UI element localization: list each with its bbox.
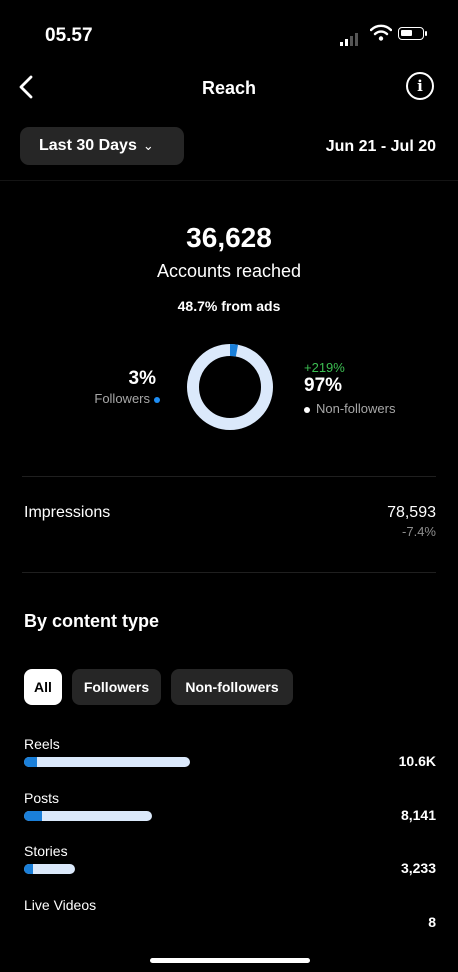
- followers-legend: Followers: [94, 391, 160, 406]
- battery-icon: [398, 27, 427, 40]
- home-indicator[interactable]: [150, 958, 310, 963]
- date-range-dropdown[interactable]: Last 30 Days ⌄: [20, 127, 184, 165]
- content-bar-posts: [24, 811, 152, 821]
- accounts-reached-label: Accounts reached: [156, 261, 302, 281]
- content-row-value-reels: 10.6K: [398, 753, 436, 769]
- content-bar-followers-fill: [24, 757, 37, 767]
- page-title: Reach: [201, 78, 257, 98]
- status-time: 05.57: [45, 25, 93, 46]
- followers-percent: 3%: [128, 368, 156, 389]
- content-row-value-stories: 3,233: [400, 860, 436, 876]
- impressions-label: Impressions: [24, 504, 111, 521]
- non-followers-percent: 97%: [304, 375, 343, 396]
- ads-note: 48.7% from ads: [177, 298, 281, 314]
- content-row-label-live-videos: Live Videos: [24, 897, 97, 913]
- followers-legend-label: Followers: [94, 391, 150, 406]
- wifi-icon: [369, 24, 393, 46]
- donut-non-followers-ring: [187, 344, 273, 430]
- content-row-label-reels: Reels: [24, 736, 60, 752]
- impressions-value: 78,593: [387, 504, 436, 521]
- content-row-label-stories: Stories: [24, 843, 68, 859]
- non-followers-dot-icon: [304, 406, 310, 413]
- status-bar: 05.57: [0, 0, 458, 60]
- chip-followers[interactable]: Followers: [72, 669, 161, 705]
- non-followers-legend: Non-followers: [304, 401, 395, 416]
- date-range-text: Jun 21 - Jul 20: [325, 138, 436, 155]
- non-followers-legend-label: Non-followers: [316, 401, 396, 416]
- content-row-label-posts: Posts: [24, 790, 60, 806]
- content-row-value-live-videos: 8: [428, 914, 436, 930]
- nav-bar: Reach i: [0, 60, 458, 114]
- cellular-signal-icon: [340, 28, 360, 46]
- reach-donut-chart: [187, 344, 273, 430]
- divider: [0, 180, 458, 181]
- content-row-value-posts: 8,141: [400, 807, 436, 823]
- chip-non-followers[interactable]: Non-followers: [171, 669, 293, 705]
- chevron-down-icon: ⌄: [142, 138, 154, 153]
- divider: [22, 572, 436, 573]
- content-bar-stories: [24, 864, 75, 874]
- chip-all[interactable]: All: [24, 669, 62, 705]
- followers-dot-icon: [154, 396, 160, 403]
- info-icon[interactable]: i: [406, 72, 434, 100]
- content-bar-followers-fill: [24, 811, 42, 821]
- impressions-change: -7.4%: [402, 524, 436, 539]
- non-followers-growth: +219%: [304, 360, 345, 375]
- divider: [22, 476, 436, 477]
- content-bar-reels: [24, 757, 190, 767]
- date-range-dropdown-label: Last 30 Days: [39, 137, 137, 154]
- accounts-reached-value: 36,628: [186, 222, 272, 253]
- content-bar-followers-fill: [24, 864, 33, 874]
- section-title: By content type: [24, 611, 160, 631]
- reach-insights-screen: 05.57 Reach i Last 30 Days ⌄ Jun 21 - Jul…: [0, 0, 458, 972]
